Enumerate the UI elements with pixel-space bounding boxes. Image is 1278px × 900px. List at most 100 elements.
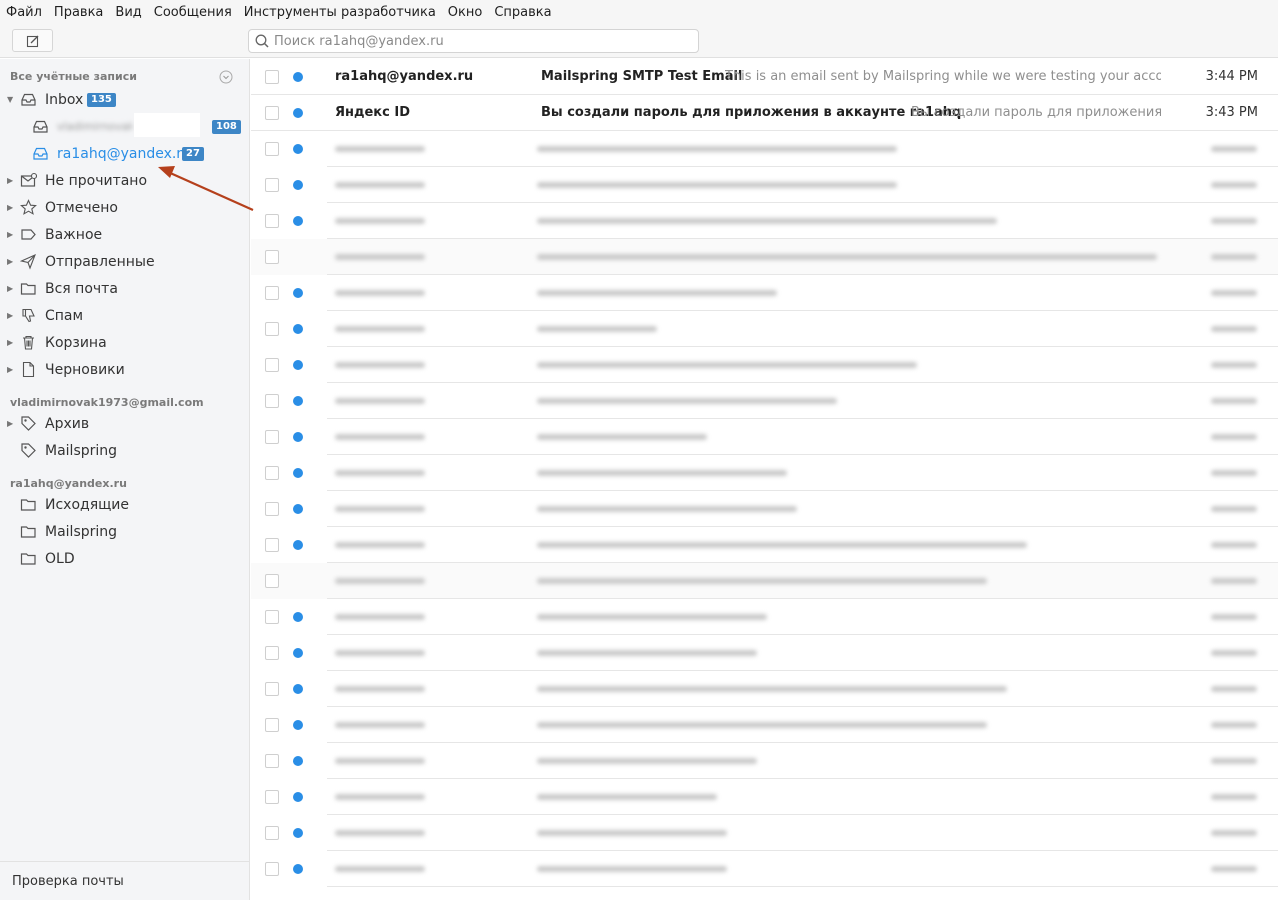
row-checkbox[interactable]	[265, 250, 279, 264]
sidebar-item-important[interactable]: ▶ Важное	[0, 221, 249, 248]
message-row[interactable]	[251, 347, 1278, 383]
row-checkbox[interactable]	[265, 322, 279, 336]
unread-dot-icon[interactable]	[293, 756, 303, 766]
unread-dot-icon[interactable]	[293, 612, 303, 622]
message-row[interactable]	[251, 815, 1278, 851]
message-row[interactable]	[251, 383, 1278, 419]
row-checkbox[interactable]	[265, 358, 279, 372]
row-checkbox[interactable]	[265, 826, 279, 840]
row-checkbox[interactable]	[265, 790, 279, 804]
message-row[interactable]: ra1ahq@yandex.ru Mailspring SMTP Test Em…	[251, 59, 1278, 95]
collapsed-triangle-icon[interactable]: ▶	[7, 338, 13, 347]
message-row[interactable]	[251, 563, 1278, 599]
unread-dot-icon[interactable]	[293, 216, 303, 226]
row-checkbox[interactable]	[265, 430, 279, 444]
collapsed-triangle-icon[interactable]: ▶	[7, 176, 13, 185]
unread-dot-icon[interactable]	[293, 828, 303, 838]
row-checkbox[interactable]	[265, 106, 279, 120]
sidebar-item-archive[interactable]: ▶ Архив	[0, 410, 249, 437]
sidebar-item-trash[interactable]: ▶ Корзина	[0, 329, 249, 356]
unread-dot-icon[interactable]	[293, 396, 303, 406]
row-checkbox[interactable]	[265, 142, 279, 156]
menu-edit[interactable]: Правка	[54, 5, 103, 20]
unread-dot-icon[interactable]	[293, 324, 303, 334]
row-checkbox[interactable]	[265, 682, 279, 696]
row-checkbox[interactable]	[265, 214, 279, 228]
message-row[interactable]	[251, 527, 1278, 563]
menu-help[interactable]: Справка	[494, 5, 551, 20]
row-checkbox[interactable]	[265, 286, 279, 300]
sidebar-item-old[interactable]: OLD	[0, 545, 249, 572]
collapsed-triangle-icon[interactable]: ▶	[7, 419, 13, 428]
sidebar-item-spam[interactable]: ▶ Спам	[0, 302, 249, 329]
collapsed-triangle-icon[interactable]: ▶	[7, 203, 13, 212]
row-checkbox[interactable]	[265, 502, 279, 516]
message-row[interactable]	[251, 743, 1278, 779]
row-checkbox[interactable]	[265, 70, 279, 84]
message-row[interactable]	[251, 455, 1278, 491]
message-row[interactable]	[251, 779, 1278, 815]
unread-dot-icon[interactable]	[293, 144, 303, 154]
row-checkbox[interactable]	[265, 646, 279, 660]
unread-dot-icon[interactable]	[293, 180, 303, 190]
sidebar-item-starred[interactable]: ▶ Отмечено	[0, 194, 249, 221]
row-checkbox[interactable]	[265, 466, 279, 480]
menu-file[interactable]: Файл	[6, 5, 42, 20]
message-row[interactable]	[251, 491, 1278, 527]
collapsed-triangle-icon[interactable]: ▶	[7, 311, 13, 320]
message-row[interactable]	[251, 635, 1278, 671]
collapsed-triangle-icon[interactable]: ▶	[7, 230, 13, 239]
message-row[interactable]	[251, 671, 1278, 707]
unread-dot-icon[interactable]	[293, 720, 303, 730]
unread-dot-icon[interactable]	[293, 792, 303, 802]
collapse-chevron-icon[interactable]	[219, 70, 233, 84]
sidebar-item-outbox[interactable]: Исходящие	[0, 491, 249, 518]
sidebar-item-inbox[interactable]: ▼ Inbox 135	[0, 86, 249, 113]
compose-button[interactable]	[12, 29, 53, 52]
message-row[interactable]	[251, 419, 1278, 455]
unread-dot-icon[interactable]	[293, 288, 303, 298]
sidebar-item-gmail-inbox[interactable]: vladimirnovak1973@gmail.com 108	[0, 113, 249, 140]
message-row[interactable]	[251, 203, 1278, 239]
row-checkbox[interactable]	[265, 178, 279, 192]
sidebar-item-yandex-inbox[interactable]: ra1ahq@yandex.ru 27	[0, 140, 249, 167]
sidebar-item-gmail-mailspring[interactable]: Mailspring	[0, 437, 249, 464]
row-checkbox[interactable]	[265, 610, 279, 624]
message-row[interactable]	[251, 599, 1278, 635]
row-checkbox[interactable]	[265, 862, 279, 876]
message-row[interactable]	[251, 167, 1278, 203]
unread-dot-icon[interactable]	[293, 72, 303, 82]
menu-developer-tools[interactable]: Инструменты разработчика	[244, 5, 436, 20]
unread-dot-icon[interactable]	[293, 864, 303, 874]
unread-dot-icon[interactable]	[293, 468, 303, 478]
unread-dot-icon[interactable]	[293, 432, 303, 442]
message-row[interactable]	[251, 275, 1278, 311]
unread-dot-icon[interactable]	[293, 108, 303, 118]
unread-dot-icon[interactable]	[293, 648, 303, 658]
collapsed-triangle-icon[interactable]: ▶	[7, 257, 13, 266]
message-row[interactable]	[251, 239, 1278, 275]
unread-dot-icon[interactable]	[293, 504, 303, 514]
menu-view[interactable]: Вид	[115, 5, 141, 20]
collapsed-triangle-icon[interactable]: ▶	[7, 365, 13, 374]
row-checkbox[interactable]	[265, 718, 279, 732]
row-checkbox[interactable]	[265, 754, 279, 768]
menu-window[interactable]: Окно	[448, 5, 483, 20]
unread-dot-icon[interactable]	[293, 360, 303, 370]
sidebar-item-unread[interactable]: ▶ Не прочитано	[0, 167, 249, 194]
message-row[interactable]	[251, 851, 1278, 887]
sidebar-item-all-mail[interactable]: ▶ Вся почта	[0, 275, 249, 302]
row-checkbox[interactable]	[265, 394, 279, 408]
message-row[interactable]	[251, 311, 1278, 347]
message-row[interactable]	[251, 707, 1278, 743]
row-checkbox[interactable]	[265, 538, 279, 552]
sidebar-item-sent[interactable]: ▶ Отправленные	[0, 248, 249, 275]
sidebar-item-yandex-mailspring[interactable]: Mailspring	[0, 518, 249, 545]
row-checkbox[interactable]	[265, 574, 279, 588]
message-row[interactable]: Яндекс ID Вы создали пароль для приложен…	[251, 95, 1278, 131]
unread-dot-icon[interactable]	[293, 684, 303, 694]
message-row[interactable]	[251, 131, 1278, 167]
expanded-triangle-icon[interactable]: ▼	[7, 95, 13, 104]
unread-dot-icon[interactable]	[293, 540, 303, 550]
collapsed-triangle-icon[interactable]: ▶	[7, 284, 13, 293]
